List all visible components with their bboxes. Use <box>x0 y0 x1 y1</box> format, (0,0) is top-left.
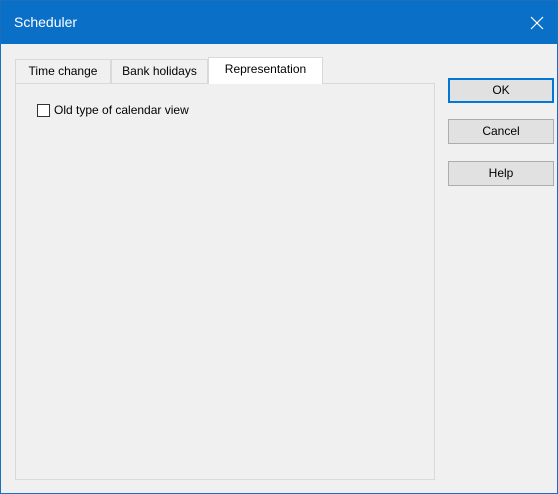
window-title: Scheduler <box>14 14 78 30</box>
help-button[interactable]: Help <box>448 161 554 186</box>
tab-bank-holidays[interactable]: Bank holidays <box>111 59 208 83</box>
scheduler-dialog: Scheduler Time change Bank holidays Repr… <box>0 0 558 494</box>
close-icon <box>530 16 544 29</box>
tab-time-change[interactable]: Time change <box>15 59 111 83</box>
tab-label: Bank holidays <box>122 64 197 78</box>
cancel-button[interactable]: Cancel <box>448 119 554 144</box>
representation-panel: Old type of calendar view <box>15 83 435 480</box>
old-calendar-view-option[interactable]: Old type of calendar view <box>37 103 189 117</box>
old-calendar-view-checkbox[interactable] <box>37 103 50 117</box>
close-button[interactable] <box>517 1 557 44</box>
title-bar: Scheduler <box>1 1 557 44</box>
ok-button[interactable]: OK <box>448 78 554 103</box>
tab-representation[interactable]: Representation <box>208 57 323 84</box>
old-calendar-view-label: Old type of calendar view <box>54 103 189 117</box>
tab-label: Representation <box>224 62 307 76</box>
tab-label: Time change <box>28 64 98 78</box>
